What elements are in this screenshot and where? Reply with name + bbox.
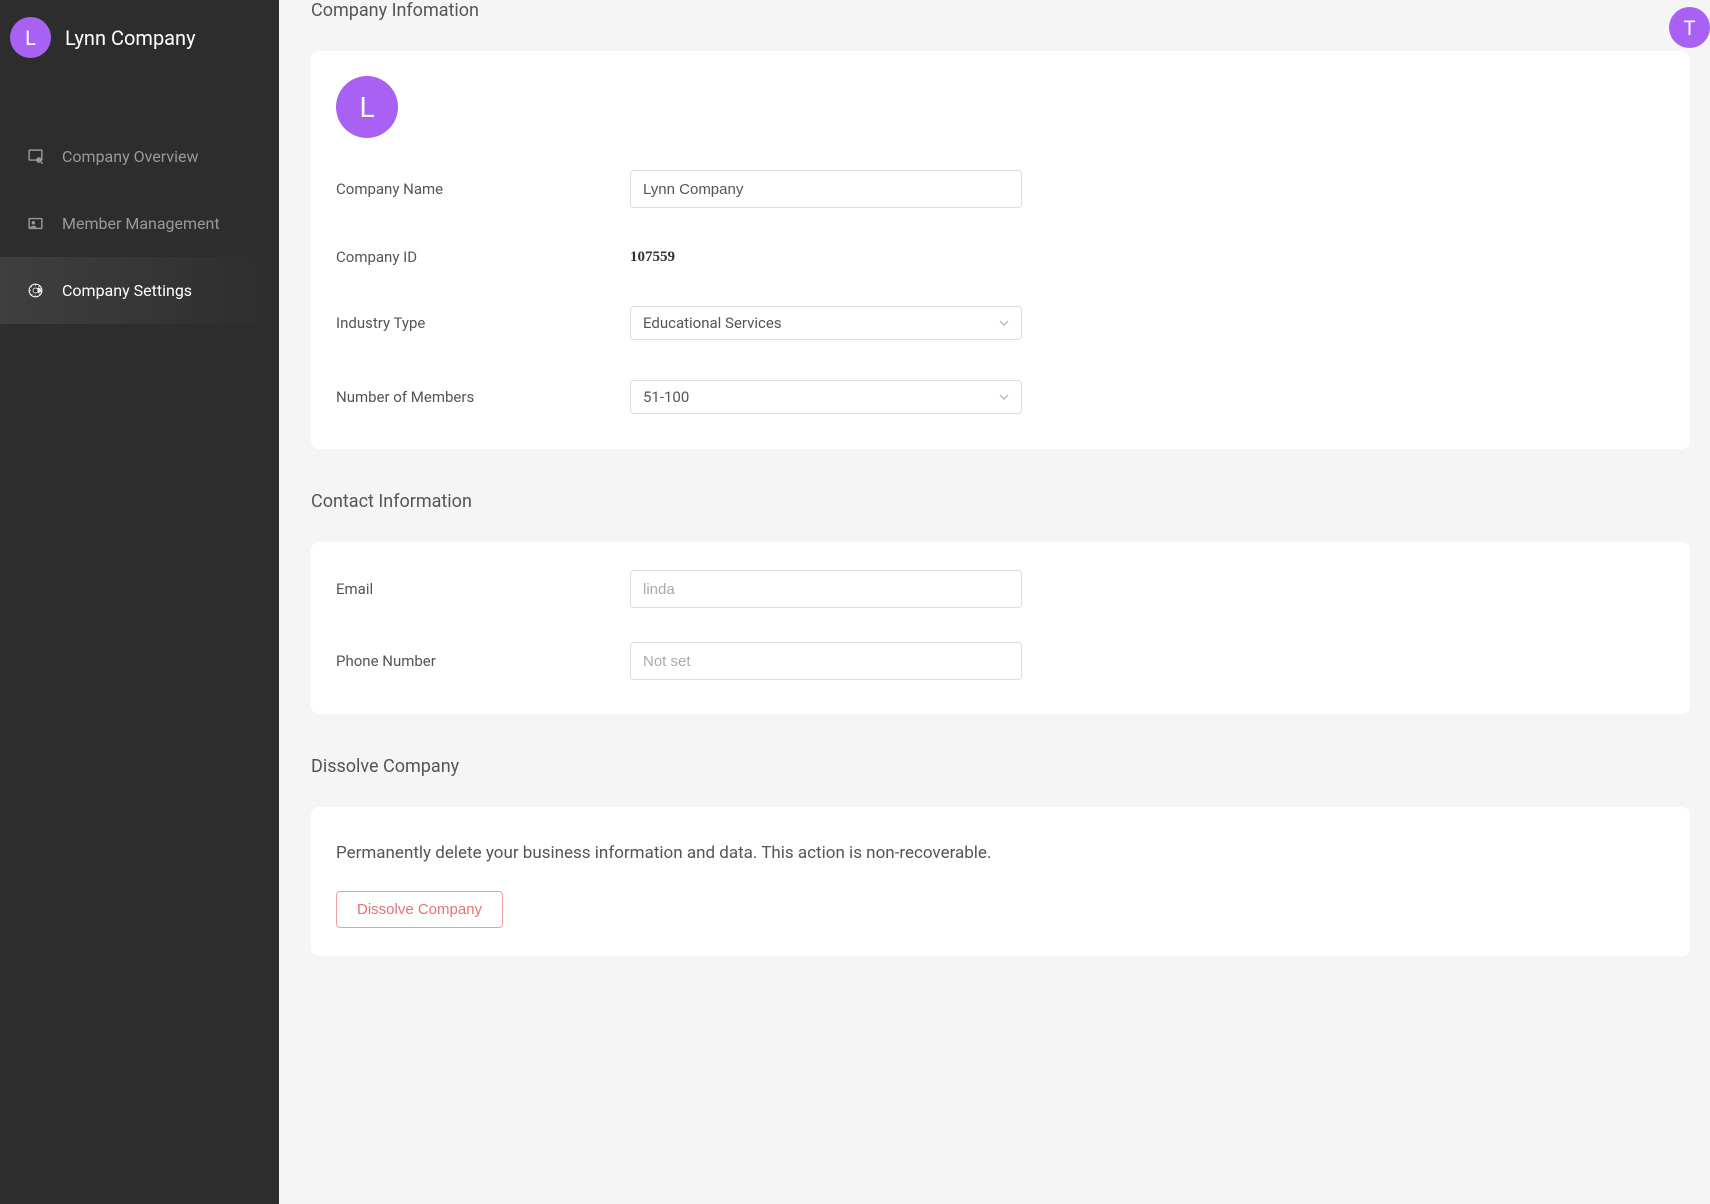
phone-input[interactable]	[630, 642, 1022, 680]
members-label: Number of Members	[336, 388, 630, 406]
members-row: Number of Members 51-100	[336, 380, 1665, 414]
dissolve-title: Dissolve Company	[311, 756, 1690, 777]
company-id-row: Company ID 107559	[336, 248, 1665, 266]
contact-info-title: Contact Information	[311, 491, 1690, 512]
company-logo-large-letter: L	[359, 91, 374, 124]
sidebar-item-label: Member Management	[62, 214, 220, 233]
sidebar-item-company-settings[interactable]: Company Settings	[0, 257, 279, 324]
industry-type-value: Educational Services	[643, 314, 782, 332]
company-logo-large: L	[336, 76, 398, 138]
user-avatar-letter: T	[1684, 16, 1696, 40]
company-name-input[interactable]	[630, 170, 1022, 208]
members-icon	[26, 215, 44, 233]
company-info-title: Company Infomation	[311, 0, 1690, 21]
sidebar-item-member-management[interactable]: Member Management	[0, 190, 279, 257]
contact-info-card: Email Phone Number	[311, 542, 1690, 714]
sidebar-item-label: Company Overview	[62, 147, 198, 166]
sidebar-header: L Lynn Company	[0, 17, 279, 78]
user-avatar[interactable]: T	[1669, 7, 1710, 48]
industry-type-label: Industry Type	[336, 314, 630, 332]
phone-row: Phone Number	[336, 642, 1665, 680]
sidebar-item-company-overview[interactable]: Company Overview	[0, 123, 279, 190]
phone-label: Phone Number	[336, 652, 630, 670]
company-id-label: Company ID	[336, 248, 630, 266]
gear-icon	[26, 282, 44, 300]
email-row: Email	[336, 570, 1665, 608]
sidebar-item-label: Company Settings	[62, 281, 192, 300]
email-input[interactable]	[630, 570, 1022, 608]
dissolve-button[interactable]: Dissolve Company	[336, 891, 503, 928]
dissolve-card: Permanently delete your business informa…	[311, 807, 1690, 956]
email-label: Email	[336, 580, 630, 598]
sidebar-company-name: Lynn Company	[65, 26, 196, 50]
industry-type-row: Industry Type Educational Services	[336, 306, 1665, 340]
company-logo-letter: L	[25, 26, 36, 50]
sidebar: L Lynn Company Company Overview	[0, 0, 279, 1204]
members-select[interactable]: 51-100	[630, 380, 1022, 414]
company-id-value: 107559	[630, 249, 675, 266]
company-name-label: Company Name	[336, 180, 630, 198]
company-logo-small: L	[10, 17, 51, 58]
company-name-row: Company Name	[336, 170, 1665, 208]
members-value: 51-100	[643, 388, 689, 406]
chevron-down-icon	[999, 318, 1009, 329]
dissolve-description: Permanently delete your business informa…	[336, 843, 1665, 863]
overview-icon	[26, 148, 44, 166]
company-info-card: L Company Name Company ID 107559 Industr…	[311, 51, 1690, 449]
chevron-down-icon	[999, 392, 1009, 403]
industry-type-select[interactable]: Educational Services	[630, 306, 1022, 340]
main-content: T Company Infomation L Company Name Comp…	[279, 0, 1710, 1204]
sidebar-nav: Company Overview Member Management	[0, 123, 279, 324]
